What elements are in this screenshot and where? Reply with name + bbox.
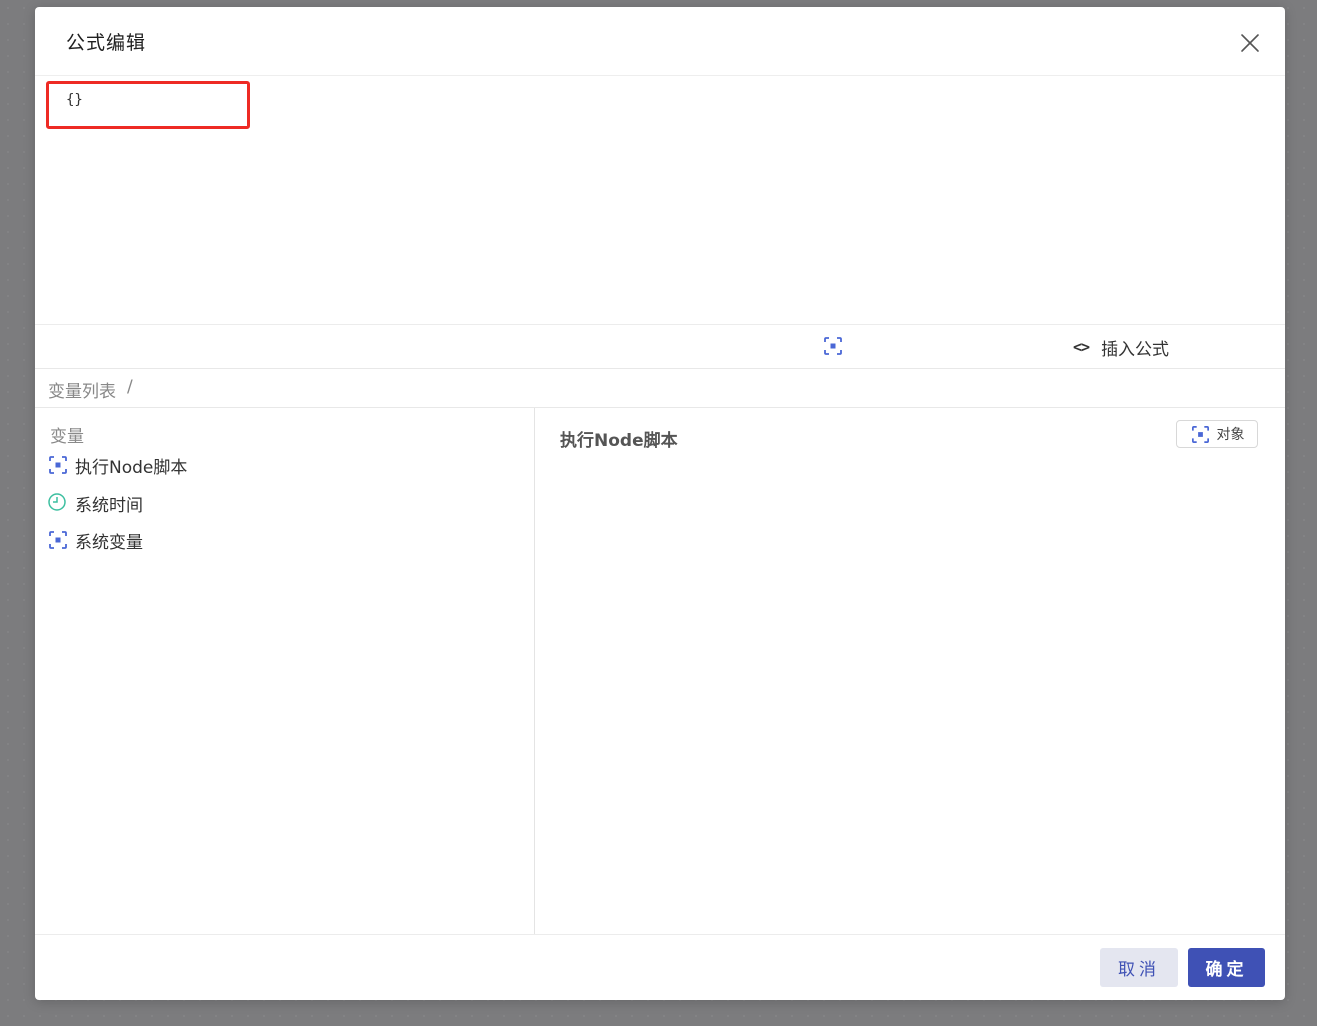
list-item-label: 系统变量 [75, 532, 143, 553]
type-badge-label: 对象 [1216, 427, 1245, 443]
type-badge: 对象 [1176, 420, 1258, 448]
dialog-header: 公式编辑 [35, 7, 1285, 76]
code-brackets-icon: <> [1073, 338, 1090, 356]
object-bracket-icon [47, 529, 69, 551]
dialog-title: 公式编辑 [66, 32, 147, 54]
list-item-system-variables[interactable]: 系统变量 [47, 527, 143, 553]
breadcrumb-root[interactable]: 变量列表 [48, 377, 116, 402]
insert-formula-button[interactable]: <> 插入公式 [1073, 336, 1170, 360]
formula-text[interactable]: {} [66, 92, 83, 108]
list-item-node-script[interactable]: 执行Node脚本 [47, 452, 187, 478]
list-item-system-time[interactable]: 系统时间 [47, 490, 143, 516]
breadcrumb: 变量列表 / [35, 369, 1285, 408]
variable-detail-panel: 执行Node脚本 对象 [535, 408, 1285, 934]
object-bracket-icon[interactable] [822, 335, 844, 357]
cancel-button[interactable]: 取消 [1100, 948, 1178, 987]
list-item-label: 执行Node脚本 [75, 457, 188, 478]
clock-icon [47, 492, 69, 514]
formula-editor[interactable]: {} [35, 76, 1285, 325]
variable-list-panel: 变量 执行Node脚本 系统时间 系统变量 [35, 408, 535, 934]
formula-toolbar: <> 插入公式 [35, 325, 1285, 369]
close-icon[interactable] [1238, 31, 1262, 55]
breadcrumb-separator: / [127, 377, 133, 397]
dialog-footer: 取消 确定 [35, 934, 1285, 1000]
confirm-button[interactable]: 确定 [1188, 948, 1265, 987]
insert-formula-label: 插入公式 [1101, 339, 1170, 360]
list-item-label: 系统时间 [75, 495, 143, 516]
variable-section-title: 变量 [50, 427, 84, 447]
formula-editor-dialog: 公式编辑 {} <> 插入公式 变量列表 / 变量 执行Node脚本 系统时间 … [35, 7, 1285, 1000]
object-bracket-icon [47, 454, 69, 476]
object-bracket-icon [1190, 424, 1211, 445]
detail-title: 执行Node脚本 [560, 431, 678, 451]
